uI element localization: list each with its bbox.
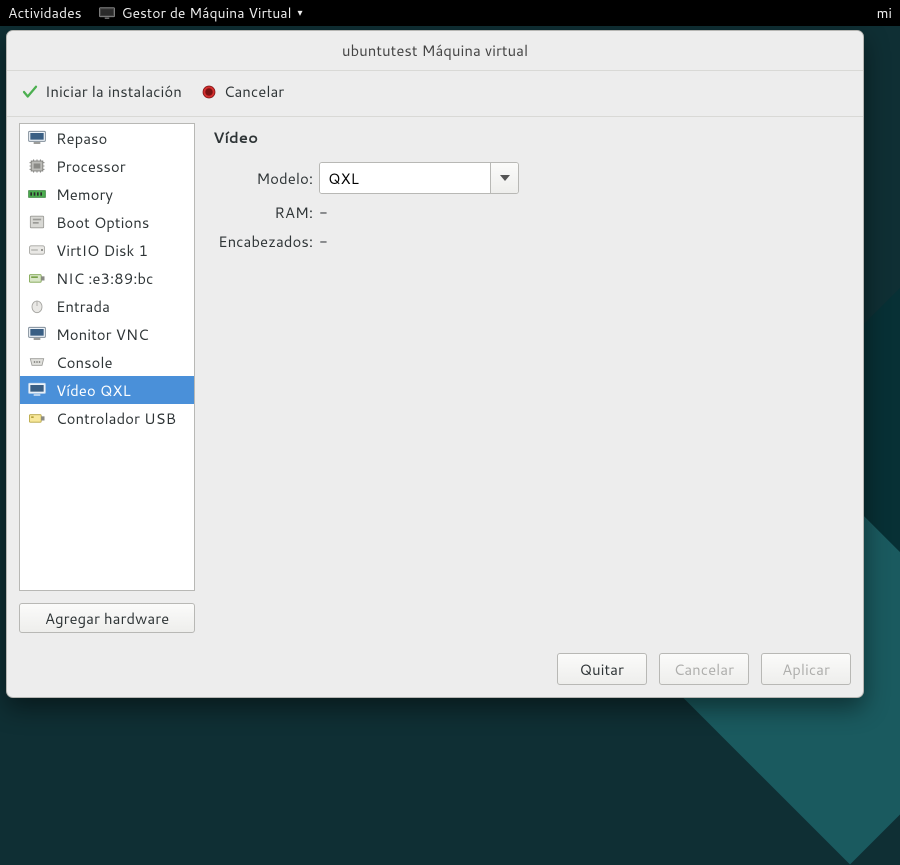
cancel-button[interactable]: Cancelar bbox=[659, 653, 749, 685]
monitor-icon bbox=[26, 381, 48, 399]
video-model-dropdown-button[interactable] bbox=[490, 163, 518, 193]
usb-icon bbox=[26, 409, 48, 427]
sidebar-item-label: Monitor VNC bbox=[56, 324, 149, 345]
add-hardware-button[interactable]: Agregar hardware bbox=[19, 603, 195, 633]
check-icon bbox=[21, 83, 39, 101]
begin-install-label: Iniciar la instalación bbox=[45, 81, 182, 102]
boot-icon bbox=[26, 213, 48, 231]
hardware-list[interactable]: Repaso Processor Memory Boot Options Vir bbox=[19, 123, 195, 591]
disk-icon bbox=[26, 241, 48, 259]
sidebar-item-console[interactable]: Console bbox=[20, 348, 194, 376]
detail-pane: Vídeo Modelo: RAM: - Encabezados: - bbox=[213, 123, 851, 633]
clock-or-menu[interactable]: mi bbox=[877, 3, 892, 23]
sidebar-item-disk[interactable]: VirtIO Disk 1 bbox=[20, 236, 194, 264]
sidebar-item-boot[interactable]: Boot Options bbox=[20, 208, 194, 236]
ram-value: - bbox=[319, 202, 328, 223]
cpu-icon bbox=[26, 157, 48, 175]
sidebar-item-label: Processor bbox=[56, 156, 126, 177]
window-toolbar: Iniciar la instalación Cancelar bbox=[7, 71, 863, 117]
cancel-icon bbox=[200, 83, 218, 101]
mouse-icon bbox=[26, 297, 48, 315]
begin-install-button[interactable]: Iniciar la instalación bbox=[21, 81, 182, 102]
sidebar-item-usb[interactable]: Controlador USB bbox=[20, 404, 194, 432]
heads-value: - bbox=[319, 231, 328, 252]
sidebar-item-display[interactable]: Monitor VNC bbox=[20, 320, 194, 348]
sidebar-item-video[interactable]: Vídeo QXL bbox=[20, 376, 194, 404]
remove-button[interactable]: Quitar bbox=[557, 653, 647, 685]
chevron-down-icon: ▾ bbox=[297, 6, 302, 20]
app-menu[interactable]: Gestor de Máquina Virtual ▾ bbox=[98, 3, 303, 23]
sidebar-item-label: Memory bbox=[56, 184, 113, 205]
memory-icon bbox=[26, 185, 48, 203]
sidebar-item-label: NIC :e3:89:bc bbox=[56, 268, 153, 289]
app-menu-label: Gestor de Máquina Virtual bbox=[122, 3, 292, 23]
dialog-footer: Quitar Cancelar Aplicar bbox=[7, 643, 863, 697]
nic-icon bbox=[26, 269, 48, 287]
detail-heading: Vídeo bbox=[213, 127, 851, 148]
video-model-input[interactable] bbox=[320, 163, 490, 193]
vm-config-window: ubuntutest Máquina virtual Iniciar la in… bbox=[6, 30, 864, 698]
cancel-install-button[interactable]: Cancelar bbox=[200, 81, 284, 102]
sidebar-item-label: Repaso bbox=[56, 128, 107, 149]
activities-button[interactable]: Actividades bbox=[8, 3, 82, 23]
sidebar-item-label: Vídeo QXL bbox=[56, 380, 131, 401]
gnome-top-bar: Actividades Gestor de Máquina Virtual ▾ … bbox=[0, 0, 900, 26]
sidebar-item-label: Entrada bbox=[56, 296, 110, 317]
heads-label: Encabezados: bbox=[213, 231, 319, 252]
sidebar-item-overview[interactable]: Repaso bbox=[20, 124, 194, 152]
apply-button[interactable]: Aplicar bbox=[761, 653, 851, 685]
ram-label: RAM: bbox=[213, 202, 319, 223]
cancel-install-label: Cancelar bbox=[224, 81, 284, 102]
video-model-combo[interactable] bbox=[319, 162, 519, 194]
monitor-icon bbox=[26, 129, 48, 147]
chevron-down-icon bbox=[500, 175, 510, 181]
sidebar-item-label: Controlador USB bbox=[56, 408, 176, 429]
monitor-icon bbox=[26, 325, 48, 343]
sidebar-item-processor[interactable]: Processor bbox=[20, 152, 194, 180]
sidebar-item-nic[interactable]: NIC :e3:89:bc bbox=[20, 264, 194, 292]
serial-icon bbox=[26, 353, 48, 371]
virt-manager-icon bbox=[98, 4, 116, 22]
sidebar-item-label: VirtIO Disk 1 bbox=[56, 240, 148, 261]
sidebar-item-input[interactable]: Entrada bbox=[20, 292, 194, 320]
window-titlebar: ubuntutest Máquina virtual bbox=[7, 31, 863, 71]
sidebar-item-memory[interactable]: Memory bbox=[20, 180, 194, 208]
sidebar-item-label: Console bbox=[56, 352, 113, 373]
sidebar-item-label: Boot Options bbox=[56, 212, 149, 233]
window-title: ubuntutest Máquina virtual bbox=[342, 40, 528, 61]
model-label: Modelo: bbox=[213, 168, 319, 189]
